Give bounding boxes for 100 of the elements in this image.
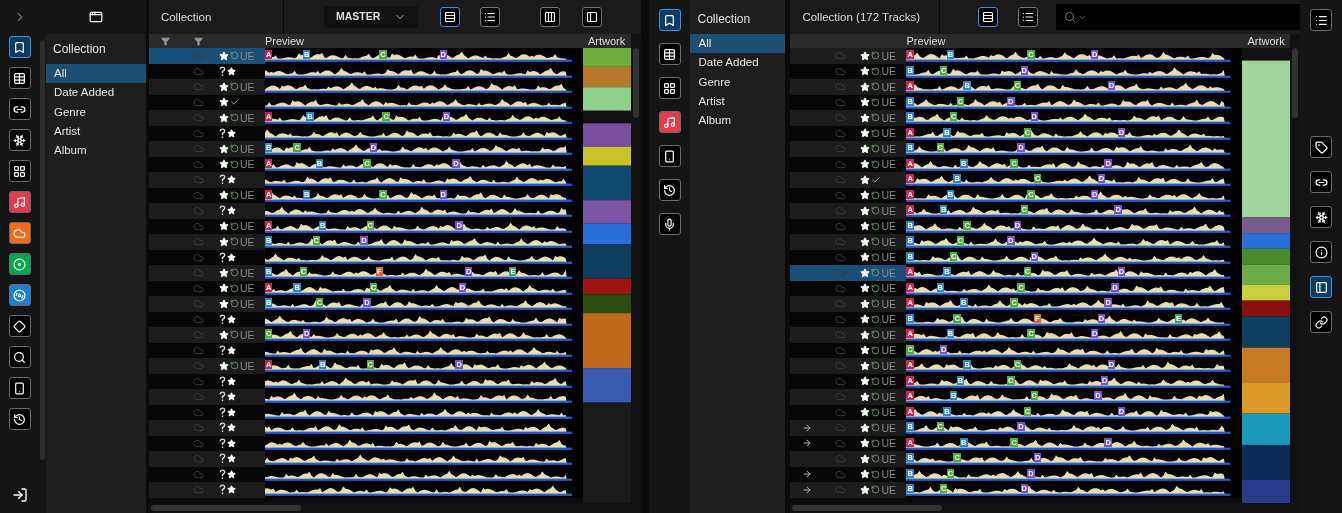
star-icon — [218, 190, 229, 201]
tree-item[interactable]: Date Added — [45, 83, 146, 103]
star-icon — [218, 81, 229, 92]
diamond-icon — [13, 319, 27, 333]
bookmark-button[interactable] — [658, 9, 681, 31]
search-button[interactable] — [9, 346, 31, 368]
columns-view-button[interactable] — [540, 7, 561, 27]
track-row[interactable] — [148, 389, 583, 405]
panel-view-button[interactable] — [582, 7, 603, 27]
scroll-thumb[interactable] — [632, 48, 639, 118]
list-view-button[interactable] — [480, 7, 501, 27]
cloud-button[interactable] — [9, 222, 31, 244]
tree-item[interactable]: Artist — [45, 121, 146, 141]
cloud-icon — [193, 50, 205, 62]
track-row[interactable] — [148, 482, 583, 498]
panel-button[interactable] — [1310, 276, 1332, 298]
star-icon — [860, 205, 871, 216]
phone-button[interactable] — [658, 145, 681, 167]
rotate-icon — [871, 314, 881, 324]
track-row[interactable] — [148, 172, 583, 188]
track-row[interactable] — [148, 420, 583, 436]
cloud-icon — [834, 251, 846, 263]
star-icon — [226, 175, 236, 185]
status-text: UE — [881, 236, 896, 247]
tree-item[interactable]: All — [45, 64, 146, 84]
status-text: UE — [239, 329, 255, 340]
track-row[interactable] — [148, 451, 583, 467]
cloud-icon — [193, 205, 205, 217]
grid-button[interactable] — [9, 160, 31, 182]
table-button[interactable] — [9, 67, 31, 89]
disc-button[interactable] — [9, 284, 31, 306]
status-text: UE — [881, 314, 896, 325]
tree-item[interactable]: Artist — [690, 91, 786, 111]
link-button[interactable] — [1310, 171, 1332, 193]
disc-button[interactable] — [9, 253, 31, 275]
track-row[interactable]: UE — [148, 79, 583, 95]
search-field[interactable] — [1056, 4, 1300, 30]
snowflake-button[interactable] — [1310, 206, 1332, 228]
rows-view-button[interactable] — [978, 7, 999, 27]
star-icon — [860, 314, 871, 325]
phone-button[interactable] — [9, 377, 31, 399]
scroll-thumb[interactable] — [792, 505, 943, 511]
column-header[interactable]: Preview — [906, 35, 946, 47]
microphone-button[interactable] — [658, 213, 681, 235]
cloud-icon — [834, 360, 846, 372]
track-row[interactable] — [148, 203, 583, 219]
rotate-icon — [871, 469, 881, 479]
rotate-icon — [871, 376, 881, 386]
rows-icon — [982, 11, 995, 23]
deck-selector[interactable]: MASTER — [323, 6, 419, 28]
star-icon — [860, 159, 871, 170]
status-text: UE — [239, 143, 255, 154]
music-note-button[interactable] — [658, 111, 681, 133]
cloud-icon — [834, 375, 846, 387]
filter-icon[interactable] — [194, 36, 204, 46]
star-icon — [860, 50, 871, 61]
status-text: UE — [239, 236, 255, 247]
star-icon — [860, 391, 871, 402]
link-button[interactable] — [1310, 311, 1332, 333]
list-view-button[interactable] — [1018, 7, 1039, 27]
rows-view-button[interactable] — [440, 7, 461, 27]
star-icon — [218, 236, 229, 247]
scroll-thumb[interactable] — [150, 505, 301, 511]
cloud-icon — [193, 391, 205, 403]
menu-button[interactable] — [1310, 9, 1332, 31]
filter-icon[interactable] — [161, 36, 171, 46]
history-button[interactable] — [9, 408, 31, 430]
info-button[interactable] — [1310, 241, 1332, 263]
column-header[interactable]: Artwork — [582, 34, 631, 48]
tag-button[interactable] — [1310, 136, 1332, 158]
link-button[interactable] — [9, 98, 31, 120]
rotate-icon — [229, 51, 239, 61]
tree-item[interactable]: All — [690, 34, 786, 54]
music-note-icon — [663, 115, 676, 129]
table-button[interactable] — [658, 43, 681, 65]
column-header[interactable]: Artwork — [1242, 34, 1290, 48]
tree-item[interactable]: Album — [690, 111, 786, 131]
star-icon — [226, 454, 236, 464]
grid-button[interactable] — [658, 77, 681, 99]
tree-item[interactable]: Date Added — [690, 53, 786, 73]
status-text: UE — [881, 112, 896, 123]
scroll-thumb[interactable] — [39, 40, 45, 460]
history-button[interactable] — [658, 179, 681, 201]
snowflake-button[interactable] — [9, 129, 31, 151]
rotate-icon — [871, 97, 881, 107]
tree-item[interactable]: Genre — [690, 72, 786, 92]
window-icon[interactable] — [88, 10, 103, 24]
tree-item[interactable]: Album — [45, 141, 146, 161]
music-note-button[interactable] — [9, 191, 31, 213]
rotate-icon — [229, 330, 239, 340]
column-header[interactable]: Preview — [264, 35, 304, 47]
star-icon — [218, 112, 229, 123]
disc-icon — [13, 288, 27, 302]
tree-item[interactable]: Genre — [45, 102, 146, 122]
bookmark-button[interactable] — [9, 36, 31, 58]
star-icon — [218, 360, 229, 371]
phone-icon — [13, 381, 27, 395]
diamond-button[interactable] — [9, 315, 31, 337]
cloud-icon — [193, 313, 205, 325]
scroll-thumb[interactable] — [1292, 48, 1298, 118]
